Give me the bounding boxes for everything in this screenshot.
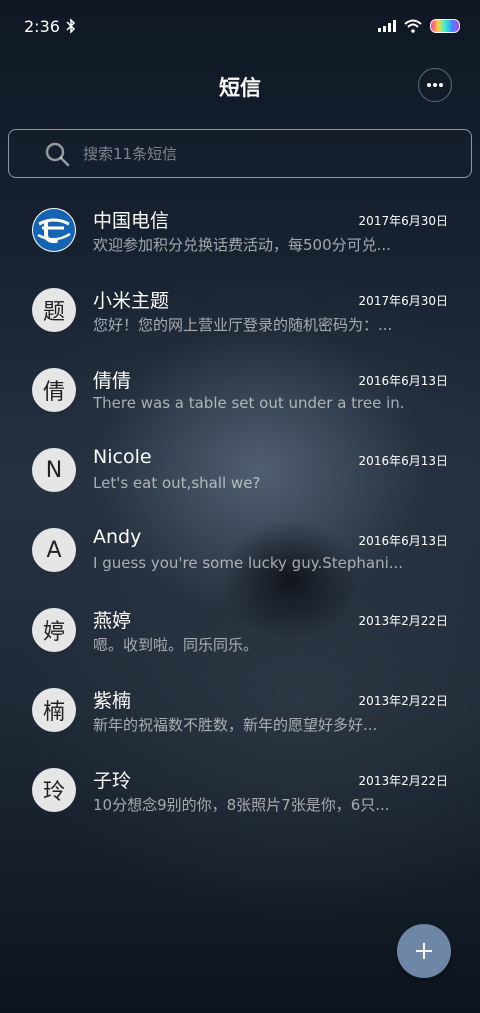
conversation-row[interactable]: 题 小米主题 2017年6月30日 您好！您的网上营业厅登录的随机密码为：... bbox=[0, 270, 480, 350]
avatar bbox=[32, 208, 76, 252]
conversation-row[interactable]: 玲 子玲 2013年2月22日 10分想念9别的你，8张照片7张是你，6只... bbox=[0, 750, 480, 830]
message-preview: 嗯。收到啦。同乐同乐。 bbox=[93, 636, 259, 654]
contact-name: Andy bbox=[93, 526, 142, 548]
contact-name: 燕婷 bbox=[93, 610, 132, 632]
contact-name: 小米主题 bbox=[93, 290, 170, 312]
search-bar[interactable] bbox=[8, 129, 472, 178]
plus-icon bbox=[416, 943, 432, 959]
message-preview: 新年的祝福数不胜数，新年的愿望好多好... bbox=[93, 716, 378, 734]
message-preview: There was a table set out under a tree i… bbox=[93, 394, 403, 412]
avatar: N bbox=[32, 448, 76, 492]
message-preview: I guess you're some lucky guy.Stephani..… bbox=[93, 554, 403, 572]
bluetooth-icon bbox=[66, 18, 75, 34]
message-date: 2016年6月13日 bbox=[358, 534, 448, 548]
avatar: 婷 bbox=[32, 608, 76, 652]
status-time: 2:36 bbox=[24, 16, 60, 36]
conversation-row[interactable]: 倩 倩倩 2016年6月13日 There was a table set ou… bbox=[0, 350, 480, 430]
more-dots-icon bbox=[427, 83, 443, 87]
message-date: 2013年2月22日 bbox=[358, 774, 448, 788]
message-date: 2017年6月30日 bbox=[358, 214, 448, 228]
avatar: 题 bbox=[32, 288, 76, 332]
china-telecom-logo-icon bbox=[33, 209, 75, 251]
message-date: 2016年6月13日 bbox=[358, 374, 448, 388]
contact-name: Nicole bbox=[93, 446, 152, 468]
message-date: 2017年6月30日 bbox=[358, 294, 448, 308]
search-icon bbox=[45, 142, 70, 166]
signal-icon bbox=[378, 20, 396, 32]
message-preview: 10分想念9别的你，8张照片7张是你，6只... bbox=[93, 796, 390, 814]
page-title: 短信 bbox=[219, 76, 261, 100]
message-date: 2016年6月13日 bbox=[358, 454, 448, 468]
avatar: 倩 bbox=[32, 368, 76, 412]
message-preview: Let's eat out,shall we? bbox=[93, 474, 261, 492]
message-preview: 欢迎参加积分兑换话费活动，每500分可兑... bbox=[93, 236, 391, 254]
contact-name: 紫楠 bbox=[93, 690, 132, 712]
contact-name: 中国电信 bbox=[93, 210, 170, 232]
avatar: 楠 bbox=[32, 688, 76, 732]
search-input[interactable] bbox=[81, 143, 425, 164]
battery-icon bbox=[430, 19, 460, 33]
more-button[interactable] bbox=[418, 68, 452, 102]
message-date: 2013年2月22日 bbox=[358, 614, 448, 628]
conversation-row[interactable]: N Nicole 2016年6月13日 Let's eat out,shall … bbox=[0, 430, 480, 510]
message-preview: 您好！您的网上营业厅登录的随机密码为：... bbox=[93, 316, 393, 334]
message-date: 2013年2月22日 bbox=[358, 694, 448, 708]
contact-name: 倩倩 bbox=[93, 370, 132, 392]
conversation-row[interactable]: 楠 紫楠 2013年2月22日 新年的祝福数不胜数，新年的愿望好多好... bbox=[0, 670, 480, 750]
conversation-row[interactable]: 婷 燕婷 2013年2月22日 嗯。收到啦。同乐同乐。 bbox=[0, 590, 480, 670]
wifi-icon bbox=[404, 19, 422, 33]
conversation-list: 中国电信 2017年6月30日 欢迎参加积分兑换话费活动，每500分可兑... … bbox=[0, 190, 480, 830]
contact-name: 子玲 bbox=[93, 770, 132, 792]
conversation-row[interactable]: 中国电信 2017年6月30日 欢迎参加积分兑换话费活动，每500分可兑... bbox=[0, 190, 480, 270]
header: 短信 bbox=[0, 56, 480, 112]
avatar: A bbox=[32, 528, 76, 572]
status-bar: 2:36 bbox=[0, 0, 480, 52]
avatar: 玲 bbox=[32, 768, 76, 812]
compose-button[interactable] bbox=[397, 924, 451, 978]
conversation-row[interactable]: A Andy 2016年6月13日 I guess you're some lu… bbox=[0, 510, 480, 590]
